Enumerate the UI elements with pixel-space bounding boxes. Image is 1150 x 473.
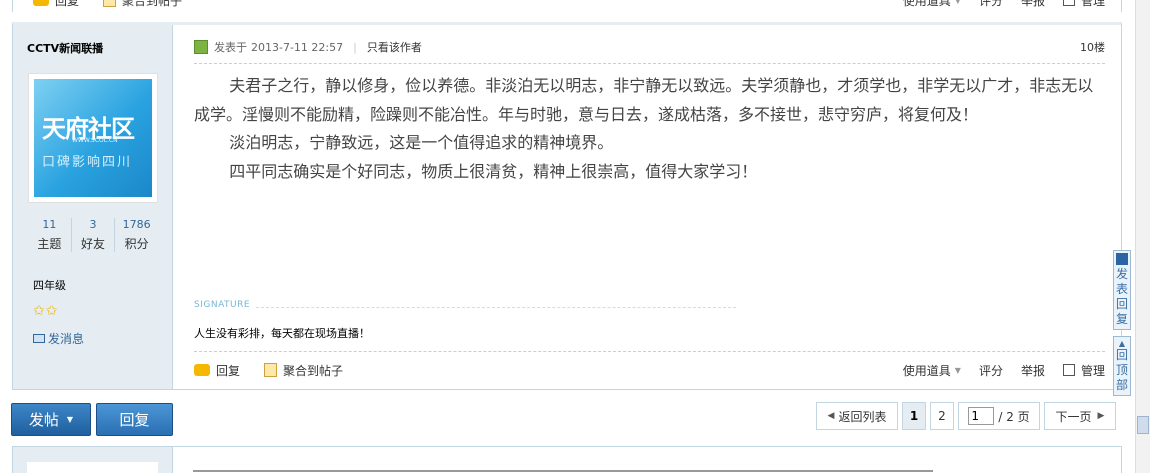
report-link[interactable]: 举报 — [1021, 0, 1045, 9]
posted-time: 2013-7-11 22:57 — [251, 40, 344, 54]
edit-icon — [1116, 253, 1128, 265]
scrollbar-thumb[interactable] — [1137, 416, 1149, 434]
signature-label: SIGNATURE — [194, 300, 251, 310]
collect-link[interactable]: 聚合到帖子 — [103, 0, 182, 9]
back-to-top-button[interactable]: ▲ 回顶部 — [1113, 336, 1131, 396]
stat-friends[interactable]: 3 好友 — [70, 218, 115, 252]
avatar-url-text: WWW.SCOL.CN — [72, 137, 118, 144]
page-jump: / 2 页 — [958, 402, 1040, 430]
mail-icon — [33, 334, 45, 343]
report-link[interactable]: 举报 — [1021, 362, 1045, 379]
post-floor-10: CCTV新闻联播 天府社区 WWW.SCOL.CN 口碑影响四川 11 主题 3… — [12, 22, 1122, 390]
reply-link[interactable]: 回复 — [194, 362, 240, 379]
user-level[interactable]: 四年级 — [33, 277, 66, 293]
signature-text: 人生没有彩排，每天都在现场直播！ — [194, 327, 370, 340]
stat-points[interactable]: 1786 积分 — [114, 218, 158, 252]
previous-post-action-bar: 回复 聚合到帖子 使用道具 ▼ 评分 举报 管理 — [33, 0, 1105, 9]
star-icon: ✩✩ — [33, 303, 59, 319]
collect-icon — [103, 0, 117, 7]
manage-checkbox[interactable] — [1062, 0, 1075, 6]
previous-post-actions: 回复 聚合到帖子 使用道具 ▼ 评分 举报 管理 — [12, 0, 1122, 12]
author-sidebar: CCTV新闻联播 天府社区 WWW.SCOL.CN 口碑影响四川 11 主题 3… — [13, 25, 173, 389]
post-paragraph: 夫君子之行，静以修身，俭以养德。非淡泊无以明志，非宁静无以致远。夫学须静也，才须… — [194, 76, 1094, 124]
rate-link[interactable]: 评分 — [979, 362, 1003, 379]
manage-checkbox-group[interactable]: 管理 — [1062, 0, 1105, 9]
reply-icon — [33, 0, 49, 6]
float-reply-button[interactable]: 发表回复 — [1113, 250, 1131, 330]
manage-checkbox[interactable] — [1062, 364, 1075, 376]
manage-checkbox-group[interactable]: 管理 — [1062, 362, 1105, 379]
tools-menu[interactable]: 使用道具 ▼ — [903, 362, 961, 379]
tools-menu[interactable]: 使用道具 ▼ — [903, 0, 961, 9]
pagination: ◀ 返回列表 1 2 / 2 页 下一页 ▶ — [812, 402, 1116, 430]
triangle-right-icon: ▶ — [1097, 411, 1105, 421]
author-stats: 11 主题 3 好友 1786 积分 — [28, 218, 158, 252]
only-author-link[interactable]: 只看该作者 — [367, 39, 422, 55]
back-to-list-button[interactable]: ◀ 返回列表 — [816, 402, 898, 430]
next-author-box — [27, 462, 158, 473]
avatar-image: 天府社区 WWW.SCOL.CN 口碑影响四川 — [34, 79, 152, 197]
stat-topics[interactable]: 11 主题 — [28, 218, 71, 252]
post-content: 发表于 2013-7-11 22:57 | 只看该作者 10楼 夫君子之行，静以… — [174, 25, 1121, 389]
page-1[interactable]: 1 — [902, 402, 926, 430]
next-post-divider — [193, 470, 933, 472]
triangle-left-icon: ◀ — [827, 411, 835, 421]
reply-link[interactable]: 回复 — [33, 0, 79, 9]
reply-icon — [194, 364, 210, 376]
online-user-icon — [194, 40, 208, 54]
next-page-button[interactable]: 下一页 ▶ — [1044, 402, 1116, 430]
author-name[interactable]: CCTV新闻联播 — [27, 40, 103, 56]
header-divider: | — [353, 40, 357, 54]
page-jump-input[interactable] — [968, 407, 995, 425]
post-paragraph: 四平同志确实是个好同志，物质上很清贫，精神上很崇高，值得大家学习！ — [229, 161, 758, 181]
collect-icon — [264, 363, 278, 377]
floor-number[interactable]: 10楼 — [1080, 39, 1105, 55]
post-header: 发表于 2013-7-11 22:57 | 只看该作者 10楼 — [194, 40, 1105, 54]
posted-prefix: 发表于 — [214, 41, 247, 54]
signature-divider — [256, 307, 736, 308]
post-action-bar: 回复 聚合到帖子 使用道具 ▼ 评分 举报 管理 — [194, 361, 1105, 379]
page-total: / 2 页 — [998, 409, 1030, 424]
rate-link[interactable]: 评分 — [979, 0, 1003, 9]
caret-down-icon: ▼ — [954, 365, 961, 375]
header-divider-line — [194, 63, 1105, 64]
avatar[interactable]: 天府社区 WWW.SCOL.CN 口碑影响四川 — [28, 73, 158, 203]
send-message-link[interactable]: 发消息 — [33, 330, 84, 347]
avatar-slogan-text: 口碑影响四川 — [42, 155, 133, 170]
caret-down-icon: ▼ — [954, 0, 961, 5]
caret-down-icon: ▼ — [66, 415, 74, 424]
collect-link[interactable]: 聚合到帖子 — [264, 362, 343, 379]
post-paragraph: 淡泊明志，宁静致远，这是一个值得追求的精神境界。 — [229, 133, 614, 152]
new-post-button[interactable]: 发帖 ▼ — [11, 403, 91, 436]
next-author-sidebar — [13, 447, 173, 473]
post-body: 夫君子之行，静以修身，俭以养德。非淡泊无以明志，非宁静无以致远。夫学须静也，才须… — [194, 72, 1109, 186]
arrow-up-icon: ▲ — [1118, 339, 1126, 348]
reply-button[interactable]: 回复 — [96, 403, 173, 436]
footer-divider — [194, 351, 1105, 352]
vertical-scrollbar[interactable] — [1135, 0, 1150, 473]
page-2[interactable]: 2 — [930, 402, 954, 430]
next-post-partial — [12, 446, 1122, 473]
